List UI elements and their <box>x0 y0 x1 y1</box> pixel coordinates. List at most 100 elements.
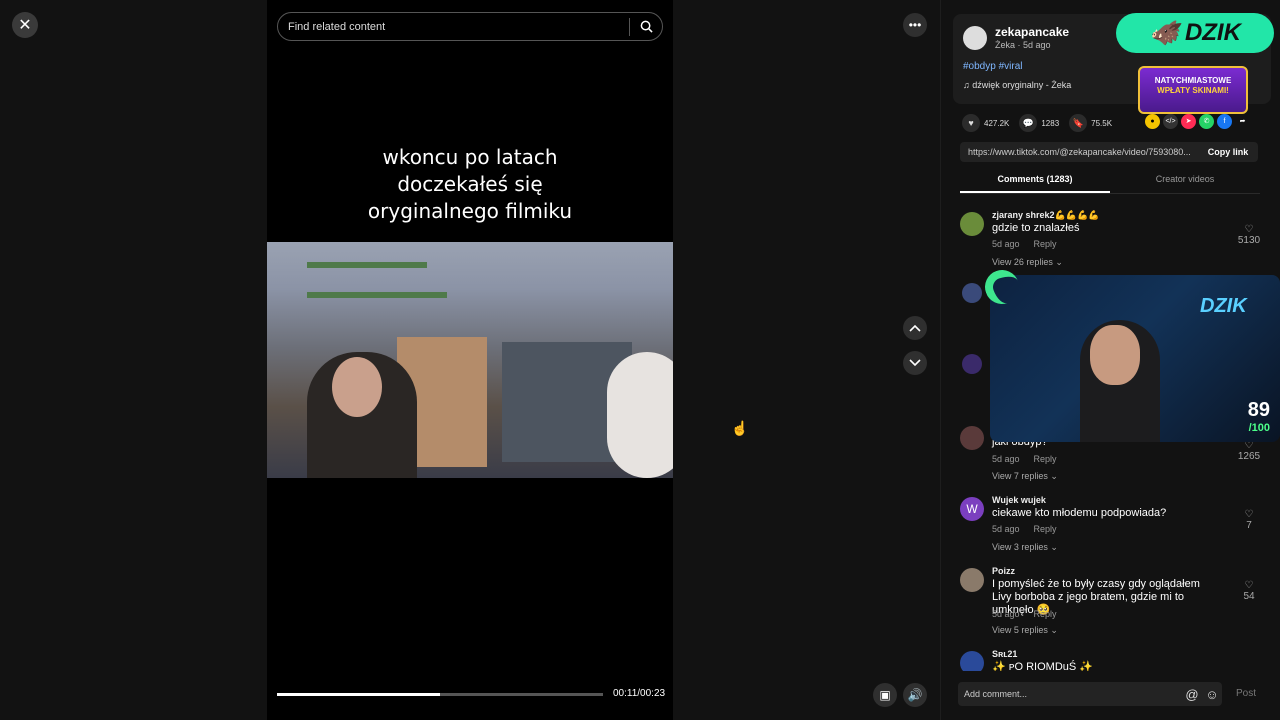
search-input[interactable]: Find related content <box>288 21 629 33</box>
score-max: /100 <box>1248 422 1270 434</box>
comment-text: ciekawe kto młodemu podpowiada? <box>992 507 1167 519</box>
next-video-icon[interactable] <box>903 351 927 375</box>
comment-meta: 5d ago Reply <box>992 239 1071 249</box>
mention-icon[interactable]: @ <box>1182 687 1202 702</box>
time-readout: 00:11/00:23 <box>613 688 666 699</box>
view-replies-button[interactable]: View 5 replies ⌄ <box>992 625 1058 636</box>
heart-outline-icon[interactable]: ♡ <box>1236 509 1262 520</box>
comment-like-count: 5130 <box>1237 235 1261 246</box>
share-icons: ● </> ➤ ✆ f ➦ <box>1145 114 1250 129</box>
copy-link-button[interactable]: Copy link <box>1198 147 1258 157</box>
author-meta: Żeka · 5d ago <box>995 40 1051 50</box>
comment-like-count: 54 <box>1243 591 1255 602</box>
whatsapp-icon[interactable]: ✆ <box>1199 114 1214 129</box>
comment-like[interactable]: ♡ 54 <box>1236 580 1262 602</box>
comment-action[interactable]: 💬 1283 <box>1019 114 1059 132</box>
tab-comments[interactable]: Comments (1283) <box>960 174 1110 193</box>
author-name[interactable]: zekapancake <box>995 25 1069 39</box>
reply-button[interactable]: Reply <box>1034 239 1057 249</box>
related-search-bar[interactable]: Find related content <box>277 12 663 41</box>
like-action[interactable]: ♥ 427.2K <box>962 114 1009 132</box>
reply-button[interactable]: Reply <box>1034 454 1057 464</box>
comment-meta: 5d ago Reply <box>992 609 1071 619</box>
share-arrow-icon[interactable]: ➦ <box>1235 114 1250 129</box>
comment-item: Poizz I pomyśleć że to były czasy gdy og… <box>960 566 1270 638</box>
caption-line: wkoncu po latach <box>382 145 558 169</box>
previous-video-icon[interactable] <box>903 316 927 340</box>
promo-line: WPŁATY SKINAMI! <box>1157 86 1229 95</box>
comment-like-count: 7 <box>1246 520 1252 531</box>
comment-time: 5d ago <box>992 454 1020 464</box>
heart-outline-icon[interactable]: ♡ <box>1236 580 1262 591</box>
comment-bubble-icon[interactable]: 💬 <box>1019 114 1038 132</box>
ad-brand: DZIK <box>1184 19 1241 46</box>
commenter-avatar[interactable] <box>960 651 984 671</box>
score-value: 89 <box>1247 399 1270 421</box>
comment-meta: 5d ago Reply <box>992 524 1071 534</box>
floating-player-icon[interactable]: ▣ <box>873 683 897 707</box>
commenter-avatar[interactable]: W <box>960 497 984 521</box>
comment-input[interactable]: Add comment... <box>964 689 1182 699</box>
music-note-icon: ♫ <box>963 80 973 90</box>
progress-bar[interactable] <box>277 693 603 696</box>
like-count: 427.2K <box>984 118 1010 128</box>
view-replies-button[interactable]: View 3 replies ⌄ <box>992 542 1058 553</box>
commenter-name[interactable]: zjarany shrek2💪💪💪💪 <box>992 210 1099 221</box>
coin-icon[interactable]: ● <box>1145 114 1160 129</box>
emoji-icon[interactable]: ☺ <box>1202 687 1222 702</box>
volume-icon[interactable]: 🔊 <box>903 683 927 707</box>
comment-like[interactable]: ♡ 7 <box>1236 509 1262 531</box>
reply-button[interactable]: Reply <box>1034 609 1057 619</box>
hashtags[interactable]: #obdyp #viral <box>963 61 1022 72</box>
comment-time: 5d ago <box>992 239 1020 249</box>
commenter-avatar[interactable] <box>960 568 984 592</box>
commenter-avatar[interactable] <box>960 212 984 236</box>
view-replies-button[interactable]: View 7 replies ⌄ <box>992 471 1058 482</box>
boar-logo-icon: 🐗 <box>1149 19 1179 47</box>
save-count: 75.5K <box>1091 118 1113 128</box>
panel-tabs: Comments (1283) Creator videos <box>960 174 1260 194</box>
commenter-name[interactable]: Sʀʟ21 <box>992 649 1017 659</box>
post-button[interactable]: Post <box>1236 688 1256 699</box>
video-frame <box>267 242 673 478</box>
facebook-icon[interactable]: f <box>1217 114 1232 129</box>
commenter-avatar[interactable] <box>962 354 982 374</box>
neon-sign: DZIK <box>1200 295 1247 317</box>
author-avatar[interactable] <box>963 26 987 50</box>
tab-creator-videos[interactable]: Creator videos <box>1110 174 1260 193</box>
sound-name[interactable]: dźwięk oryginalny - Żeka <box>972 80 1071 90</box>
send-icon[interactable]: ➤ <box>1181 114 1196 129</box>
comment-like[interactable]: ♡ 5130 <box>1236 224 1262 246</box>
share-link-box: https://www.tiktok.com/@zekapancake/vide… <box>960 142 1258 162</box>
caption-line: doczekałeś się <box>397 172 543 196</box>
comment-time: 5d ago <box>992 609 1020 619</box>
comment-count: 1283 <box>1041 118 1060 128</box>
mouse-cursor-icon: ☝ <box>731 420 749 436</box>
video-stage: ✕ Find related content wkoncu po latach … <box>0 0 940 720</box>
bookmark-icon[interactable]: 🔖 <box>1069 114 1088 132</box>
commenter-avatar[interactable] <box>962 283 982 303</box>
search-icon[interactable] <box>630 20 662 33</box>
dzik-ad-banner: 🐗 DZIK <box>1116 13 1274 53</box>
comment-item: Sʀʟ21 ✨ ᴘO RIOMDuŚ ✨ <box>960 649 1270 671</box>
save-action[interactable]: 🔖 75.5K <box>1069 114 1112 132</box>
commenter-name[interactable]: Poizz <box>992 566 1015 576</box>
close-icon[interactable]: ✕ <box>12 12 38 38</box>
commenter-name[interactable]: Wujek wujek <box>992 495 1046 505</box>
comment-text: ✨ ᴘO RIOMDuŚ ✨ <box>992 661 1093 671</box>
reply-button[interactable]: Reply <box>1034 524 1057 534</box>
comment-like[interactable]: ♡ 1265 <box>1236 440 1262 462</box>
heart-outline-icon[interactable]: ♡ <box>1236 224 1262 235</box>
comment-composer[interactable]: Add comment... @ ☺ <box>958 682 1222 706</box>
video-player[interactable]: Find related content wkoncu po latach do… <box>267 0 673 720</box>
caption-line: oryginalnego filmiku <box>367 199 573 223</box>
comment-like-count: 1265 <box>1237 451 1261 462</box>
engagement-bar: ♥ 427.2K 💬 1283 🔖 75.5K <box>962 114 1122 132</box>
share-url[interactable]: https://www.tiktok.com/@zekapancake/vide… <box>960 147 1198 157</box>
more-options-icon[interactable]: ••• <box>903 13 927 37</box>
embed-icon[interactable]: </> <box>1163 114 1178 129</box>
commenter-avatar[interactable] <box>960 426 984 450</box>
heart-icon[interactable]: ♥ <box>962 114 980 132</box>
view-replies-button[interactable]: View 26 replies ⌄ <box>992 257 1063 268</box>
sound-link[interactable]: ♫ dźwięk oryginalny - Żeka <box>963 80 1071 90</box>
